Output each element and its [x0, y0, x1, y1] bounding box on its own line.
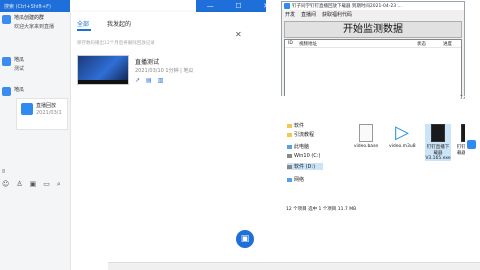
nav-item[interactable]: Win10 (C:): [287, 153, 320, 159]
column-header[interactable]: 视频地址: [299, 41, 317, 47]
window-title: 钉子同学钉钉直播回放下载器 到期时间2021-04-23 ...: [282, 2, 464, 10]
taskbar: [108, 262, 480, 270]
delete-icon[interactable]: ▥: [158, 77, 164, 84]
active-tab-indicator: [77, 29, 91, 31]
conversation-item[interactable]: 地瓜创建的群 欢迎大家来到直播: [0, 12, 70, 42]
message-toolbar: ☺ ♙ ▣ ▭ ⌕: [2, 180, 68, 190]
file-explorer: 软件 引流教程 此电脑 Win10 (C:) 软件 (D:) 网络 video.…: [281, 96, 479, 215]
background-document: [266, 0, 280, 270]
table-header: ID 视频地址 状态 进度: [285, 40, 461, 48]
column-header[interactable]: ID: [288, 41, 293, 46]
avatar: [2, 57, 11, 66]
search-bar[interactable]: 搜索 (Ctrl+Shift+F): [0, 0, 70, 12]
video-list-table[interactable]: ID 视频地址 状态 进度: [284, 39, 462, 97]
nav-item[interactable]: 网络: [287, 176, 304, 183]
conversation-name: 地瓜: [14, 57, 25, 63]
like-icon[interactable]: ♙: [16, 180, 22, 190]
folder-icon[interactable]: ▭: [43, 180, 50, 190]
live-icon: [21, 103, 33, 115]
menu-bar: 开发 直播间 获取福利代码: [282, 11, 464, 20]
live-panel: 全部 我发起的 ✕ 保存数码播出12个月后将删除回放记录 直播测试 2021/0…: [70, 12, 266, 270]
retention-notice: 保存数码播出12个月后将删除回放记录: [77, 41, 155, 46]
close-icon[interactable]: ✕: [235, 30, 242, 39]
app-icon: [284, 3, 290, 9]
live-record-meta: 2021/03/10 1分钟 | 地瓜: [135, 68, 194, 74]
file-item[interactable]: 钉钉直播下载器V3.165.exe: [425, 124, 451, 161]
start-monitor-button[interactable]: 开始监测数据: [284, 21, 462, 38]
search-hint: 搜索 (Ctrl+Shift+F): [4, 4, 52, 10]
image-icon[interactable]: ▣: [30, 180, 37, 190]
nav-item[interactable]: 引流教程: [287, 131, 314, 138]
panel-tabs: 全部 我发起的: [71, 12, 267, 32]
emoji-icon[interactable]: ☺: [2, 180, 9, 190]
timestamp: 8: [2, 169, 6, 175]
app-icon: [431, 124, 445, 142]
play-icon: ▷: [395, 122, 409, 143]
tab-mine[interactable]: 我发起的: [107, 19, 131, 28]
start-live-button[interactable]: ▣: [236, 230, 254, 248]
column-header[interactable]: 状态: [417, 41, 426, 47]
status-bar: 12 个项目 选中 1 个项目 11.7 MB: [286, 207, 357, 212]
app-icon[interactable]: [467, 140, 476, 149]
copy-icon[interactable]: ▤: [146, 77, 152, 84]
avatar: [2, 87, 11, 96]
nav-item[interactable]: 软件: [287, 122, 304, 129]
conversation-name: 地瓜: [14, 87, 25, 93]
live-record-title: 直播测试: [135, 59, 160, 66]
file-item[interactable]: ▷ video.m3u8: [389, 122, 416, 150]
conversation-preview: 欢迎大家来到直播: [14, 24, 55, 30]
menu-item[interactable]: 开发: [285, 11, 295, 20]
avatar: [2, 15, 11, 24]
live-replay-date: 2021/03/1: [36, 110, 62, 116]
menu-item[interactable]: 直播间: [301, 11, 316, 20]
live-icon: ▣: [240, 234, 250, 244]
tab-all[interactable]: 全部: [77, 19, 89, 28]
nav-item[interactable]: 此电脑: [287, 143, 309, 150]
right-edge-panel: [465, 0, 480, 262]
live-record-card[interactable]: 直播测试 2021/03/10 1分钟 | 地瓜 ↗ ▤ ▥: [77, 55, 259, 91]
attach-icon[interactable]: ⌕: [57, 180, 61, 190]
record-actions: ↗ ▤ ▥: [135, 77, 163, 84]
live-replay-card[interactable]: 直播回放 2021/03/1: [16, 98, 68, 130]
nav-item[interactable]: 软件 (D:): [287, 163, 323, 170]
file-item[interactable]: video.base: [353, 124, 379, 149]
menu-item[interactable]: 获取福利代码: [322, 11, 352, 20]
file-icon: [359, 124, 373, 142]
video-thumbnail[interactable]: [77, 55, 129, 85]
conversation-item[interactable]: 地瓜 测试: [0, 54, 70, 84]
live-replay-title: 直播回放: [36, 103, 57, 109]
conversation-name: 地瓜创建的群: [14, 15, 45, 21]
minimize-icon[interactable]: —: [207, 2, 214, 10]
conversation-preview: 测试: [14, 66, 25, 72]
share-icon[interactable]: ↗: [135, 77, 140, 84]
maximize-icon[interactable]: ☐: [235, 2, 241, 10]
column-header[interactable]: 进度: [443, 41, 452, 47]
conversation-list: 地瓜创建的群 欢迎大家来到直播 地瓜 测试 地瓜 直播回放 2021/03/1 …: [0, 12, 70, 270]
